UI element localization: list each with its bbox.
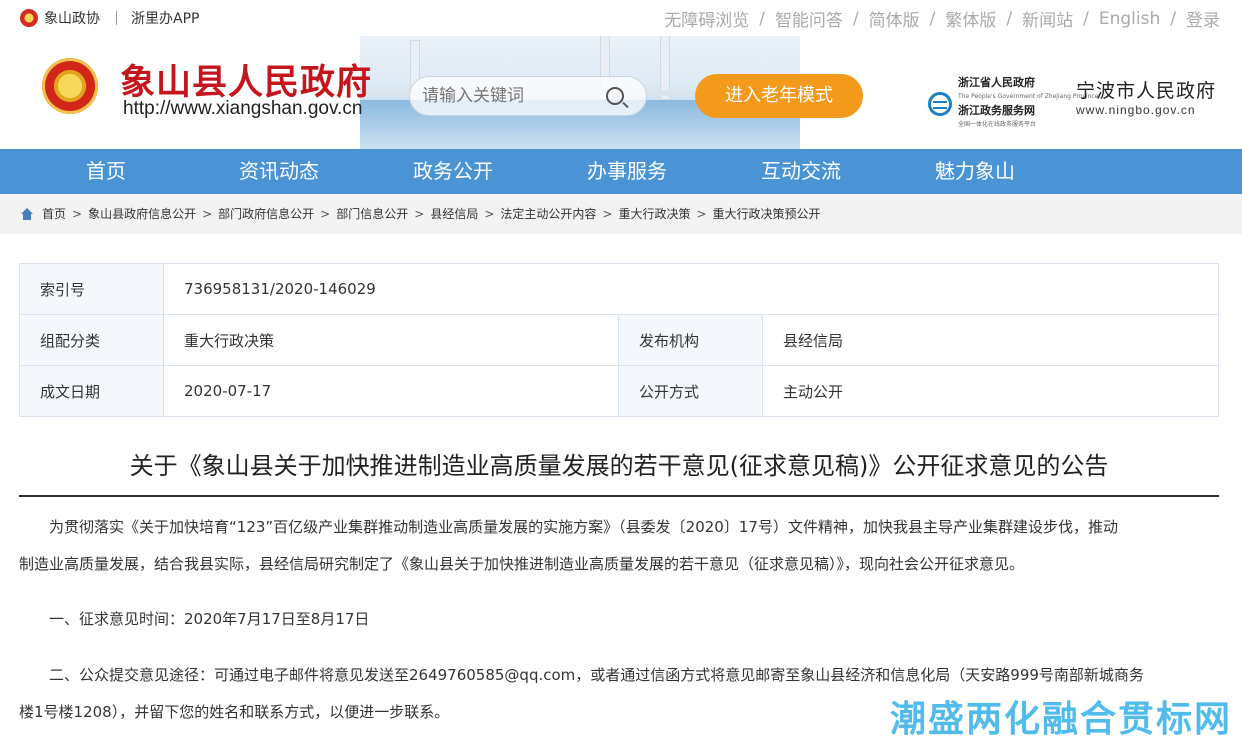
top-bar-links: 无障碍浏览 / 智能问答 / 简体版 / 繁体版 / 新闻站 / English… (664, 6, 1220, 32)
breadcrumb-item[interactable]: 法定主动公开内容 (500, 205, 596, 222)
nav-item-home[interactable]: 首页 (86, 149, 126, 194)
breadcrumb-item[interactable]: 象山县政府信息公开 (88, 205, 196, 222)
national-emblem-icon (42, 58, 98, 114)
link-traditional[interactable]: 繁体版 (945, 6, 996, 31)
mode-value: 主动公开 (762, 365, 1219, 417)
publisher-label: 发布机构 (618, 314, 763, 366)
table-row: 成文日期 2020-07-17 公开方式 主动公开 (19, 365, 1219, 417)
cppcc-emblem-icon (20, 9, 38, 27)
link-smart-qa[interactable]: 智能问答 (775, 6, 843, 31)
breadcrumb-item[interactable]: 重大行政决策预公开 (713, 205, 821, 222)
publisher-value: 县经信局 (762, 314, 1219, 366)
nav-item-gov-open[interactable]: 政务公开 (413, 149, 493, 194)
link-accessibility[interactable]: 无障碍浏览 (664, 6, 749, 31)
document-meta-table: 索引号 736958131/2020-146029 组配分类 重大行政决策 发布… (19, 263, 1219, 417)
top-bar: 象山政协 浙里办APP 无障碍浏览 / 智能问答 / 简体版 / 繁体版 / 新… (0, 0, 1242, 36)
index-value: 736958131/2020-146029 (163, 263, 1219, 315)
search-icon[interactable] (606, 87, 624, 105)
link-login[interactable]: 登录 (1186, 6, 1220, 31)
article-title: 关于《象山县关于加快推进制造业高质量发展的若干意见(征求意见稿)》公开征求意见的… (129, 452, 1109, 480)
top-bar-left: 象山政协 浙里办APP (20, 8, 199, 28)
site-header: 象山县人民政府 http://www.xiangshan.gov.cn 进入老年… (0, 36, 1242, 149)
elder-mode-button[interactable]: 进入老年模式 (695, 74, 863, 118)
category-value: 重大行政决策 (163, 314, 619, 366)
link-simplified[interactable]: 简体版 (869, 6, 920, 31)
watermark: 潮盛两化融合贯标网 (889, 699, 1232, 740)
divider (116, 11, 117, 25)
nav-item-interaction[interactable]: 互动交流 (761, 149, 841, 194)
search-box (409, 76, 647, 116)
date-label: 成文日期 (19, 365, 164, 417)
ningbo-gov-link[interactable]: 宁波市人民政府 www.ningbo.gov.cn (1076, 76, 1216, 117)
link-xiangshan-cppcc[interactable]: 象山政协 (44, 8, 100, 28)
table-row: 索引号 736958131/2020-146029 (19, 263, 1219, 315)
date-value: 2020-07-17 (163, 365, 619, 417)
paragraph-3-line-1: 二、公众提交意见途径：可通过电子邮件将意见发送至2649760585@qq.co… (49, 666, 1144, 684)
category-label: 组配分类 (19, 314, 164, 366)
search-input[interactable] (422, 77, 602, 115)
link-english[interactable]: English (1099, 9, 1160, 29)
nav-item-services[interactable]: 办事服务 (587, 149, 667, 194)
mode-label: 公开方式 (618, 365, 763, 417)
paragraph-2: 一、征求意见时间：2020年7月17日至8月17日 (49, 610, 370, 628)
title-divider (19, 495, 1219, 497)
paragraph-1-line-2: 制造业高质量发展，结合我县实际，县经信局研究制定了《象山县关于加快推进制造业高质… (19, 555, 1025, 573)
site-url: http://www.xiangshan.gov.cn (123, 98, 363, 119)
breadcrumb-item[interactable]: 首页 (42, 205, 66, 222)
main-nav: 首页 资讯动态 政务公开 办事服务 互动交流 魅力象山 (0, 149, 1242, 194)
breadcrumb-item[interactable]: 县经信局 (430, 205, 478, 222)
breadcrumb: 首页 > 象山县政府信息公开 > 部门政府信息公开 > 部门信息公开 > 县经信局 > 法… (0, 194, 1242, 234)
breadcrumb-item[interactable]: 重大行政决策 (618, 205, 690, 222)
breadcrumb-item[interactable]: 部门信息公开 (336, 205, 408, 222)
link-zheliban-app[interactable]: 浙里办APP (131, 8, 199, 28)
nav-item-news[interactable]: 资讯动态 (239, 149, 319, 194)
home-icon (20, 207, 34, 220)
nav-item-charm[interactable]: 魅力象山 (935, 149, 1015, 194)
zhejiang-logo-icon (928, 92, 952, 116)
index-label: 索引号 (19, 263, 164, 315)
breadcrumb-item[interactable]: 部门政府信息公开 (218, 205, 314, 222)
link-news-station[interactable]: 新闻站 (1022, 6, 1073, 31)
table-row: 组配分类 重大行政决策 发布机构 县经信局 (19, 314, 1219, 366)
zhejiang-gov-link[interactable]: 浙江省人民政府 The People's Government of Zheji… (928, 76, 1098, 132)
paragraph-1-line-1: 为贯彻落实《关于加快培育“123”百亿级产业集群推动制造业高质量发展的实施方案》… (49, 518, 1118, 536)
